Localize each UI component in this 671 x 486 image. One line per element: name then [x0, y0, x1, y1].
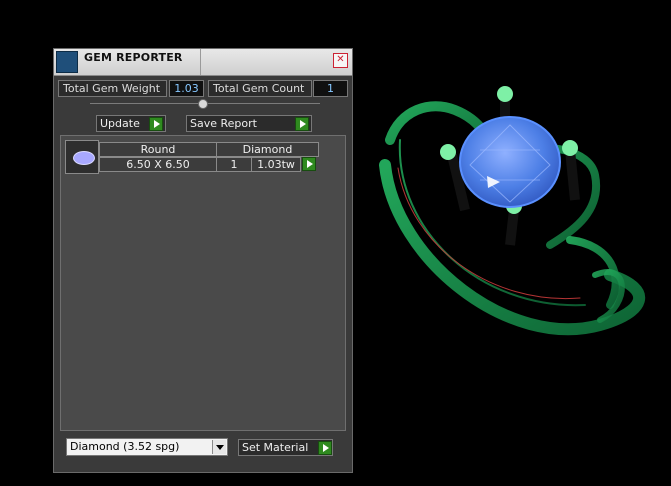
gem-reporter-panel: GEM REPORTER ✕ Total Gem Weight 1.03 Tot…	[53, 48, 353, 473]
play-icon	[295, 117, 309, 131]
save-report-button[interactable]: Save Report	[186, 115, 312, 132]
set-material-button[interactable]: Set Material	[238, 439, 333, 456]
total-gem-weight-label-text: Total Gem Weight	[63, 82, 161, 95]
update-button[interactable]: Update	[96, 115, 166, 132]
play-icon	[318, 441, 332, 455]
viewport: GEM REPORTER ✕ Total Gem Weight 1.03 Tot…	[0, 0, 671, 486]
gem-reporter-icon	[56, 51, 78, 73]
material-select-value: Diamond (3.52 spg)	[70, 440, 180, 453]
set-material-label: Set Material	[242, 441, 309, 454]
center-stone	[459, 116, 561, 208]
total-gem-count-label: Total Gem Count	[208, 80, 312, 97]
titlebar-separator	[200, 49, 201, 75]
material-select[interactable]: Diamond (3.52 spg)	[66, 438, 228, 456]
gem-count: 1	[216, 157, 252, 172]
total-gem-weight-label: Total Gem Weight	[58, 80, 167, 97]
splitter-handle[interactable]	[198, 99, 208, 109]
gem-material-header: Diamond	[216, 142, 319, 157]
total-gem-weight-value: 1.03	[169, 80, 204, 97]
ring-render	[379, 86, 646, 336]
gem-shape-header: Round	[99, 142, 217, 157]
chevron-down-icon[interactable]	[212, 440, 226, 454]
panel-titlebar: GEM REPORTER ✕	[54, 49, 352, 76]
total-gem-count-value: 1	[313, 80, 348, 97]
save-report-button-label: Save Report	[190, 117, 257, 130]
close-icon[interactable]: ✕	[333, 53, 348, 68]
gem-size: 6.50 X 6.50	[99, 157, 217, 172]
gem-thumbnail-icon	[65, 140, 99, 174]
play-icon	[149, 117, 163, 131]
gem-list: Round Diamond 6.50 X 6.50 1 1.03tw	[60, 135, 346, 431]
update-button-label: Update	[100, 117, 140, 130]
total-gem-count-label-text: Total Gem Count	[213, 82, 305, 95]
play-icon[interactable]	[302, 157, 316, 171]
gem-weight: 1.03tw	[251, 157, 301, 172]
panel-title: GEM REPORTER	[84, 51, 183, 64]
